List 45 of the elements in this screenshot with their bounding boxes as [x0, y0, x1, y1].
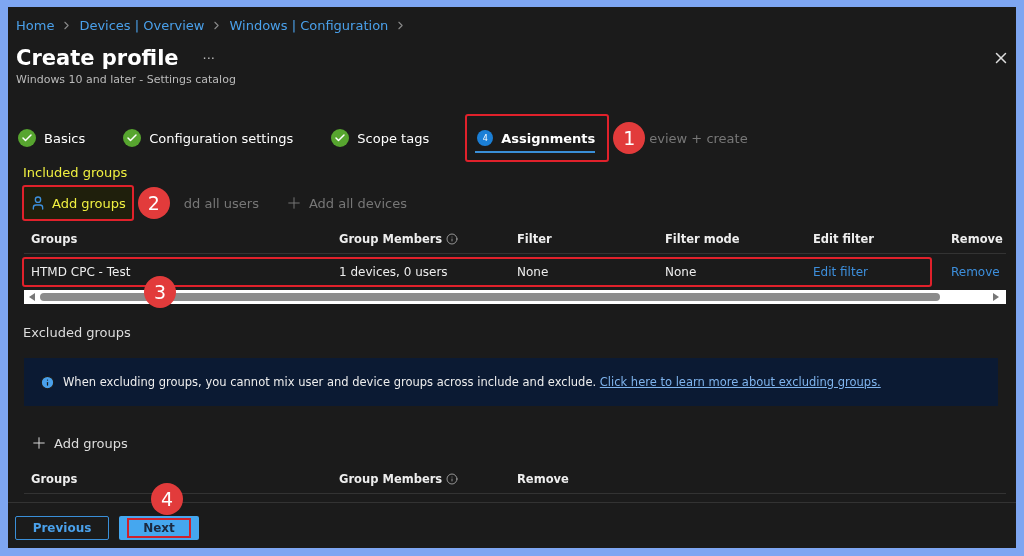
banner-text: When excluding groups, you cannot mix user and device groups across include and exclude. Click here to learn more about excluding groups.	[63, 375, 881, 389]
breadcrumb-link[interactable]: Devices | Overview	[79, 17, 205, 33]
breadcrumb-link[interactable]: Windows | Configuration	[229, 17, 389, 33]
breadcrumb-link[interactable]: Home	[16, 17, 55, 33]
person-add-icon	[30, 195, 46, 211]
table-cell-text: HTMD CPC - Test	[30, 265, 132, 279]
table-link[interactable]: Edit filter	[806, 265, 944, 279]
column-header: Remove	[516, 471, 570, 486]
check-icon	[331, 129, 350, 147]
wizard-step[interactable]: Basics	[16, 114, 100, 162]
number-marker: 3	[144, 276, 176, 308]
number-marker: 1	[613, 122, 646, 154]
section-heading: Included groups	[23, 163, 129, 182]
wizard-step[interactable]: eview + create	[647, 114, 762, 162]
info-icon	[40, 374, 55, 390]
wizard-step[interactable]: Scope tags	[329, 114, 444, 162]
number-marker: 2	[137, 187, 170, 219]
next-button[interactable]: Next	[119, 515, 199, 540]
learn-more-link[interactable]: Click here to learn more about excluding groups.	[599, 375, 881, 389]
add-button[interactable]: Add groups	[22, 185, 134, 221]
step-number: 4	[477, 130, 494, 146]
page-subtitle: Windows 10 and later - Settings catalog	[16, 73, 237, 86]
column-header: Remove	[950, 231, 1004, 246]
column-header: Groups	[30, 471, 79, 486]
column-header: Group Members	[332, 231, 510, 246]
more-button[interactable]: ···	[202, 50, 215, 66]
table-cell-text: 1 devices, 0 users	[338, 265, 449, 279]
wizard-step[interactable]: Configuration settings	[121, 114, 308, 162]
table-cell-text: None	[664, 265, 698, 279]
plus-icon	[30, 434, 48, 452]
wizard-step[interactable]: 4 Assignments	[465, 114, 610, 162]
column-header: Groups	[30, 231, 79, 246]
page-title: Create profile	[16, 46, 179, 70]
table-cell-text: None	[516, 265, 550, 279]
column-header: Group Members	[332, 471, 510, 486]
previous-button[interactable]: Previous	[15, 515, 109, 540]
check-icon	[123, 129, 142, 147]
column-header: Edit filter	[812, 231, 875, 246]
section-heading: Excluded groups	[23, 323, 132, 342]
column-header: Filter	[516, 231, 553, 246]
table-link[interactable]: Remove	[944, 265, 1006, 279]
add-button[interactable]: Add groups	[22, 424, 136, 462]
number-marker: 4	[151, 483, 183, 515]
column-header: Filter mode	[664, 231, 741, 246]
check-icon	[18, 129, 36, 147]
